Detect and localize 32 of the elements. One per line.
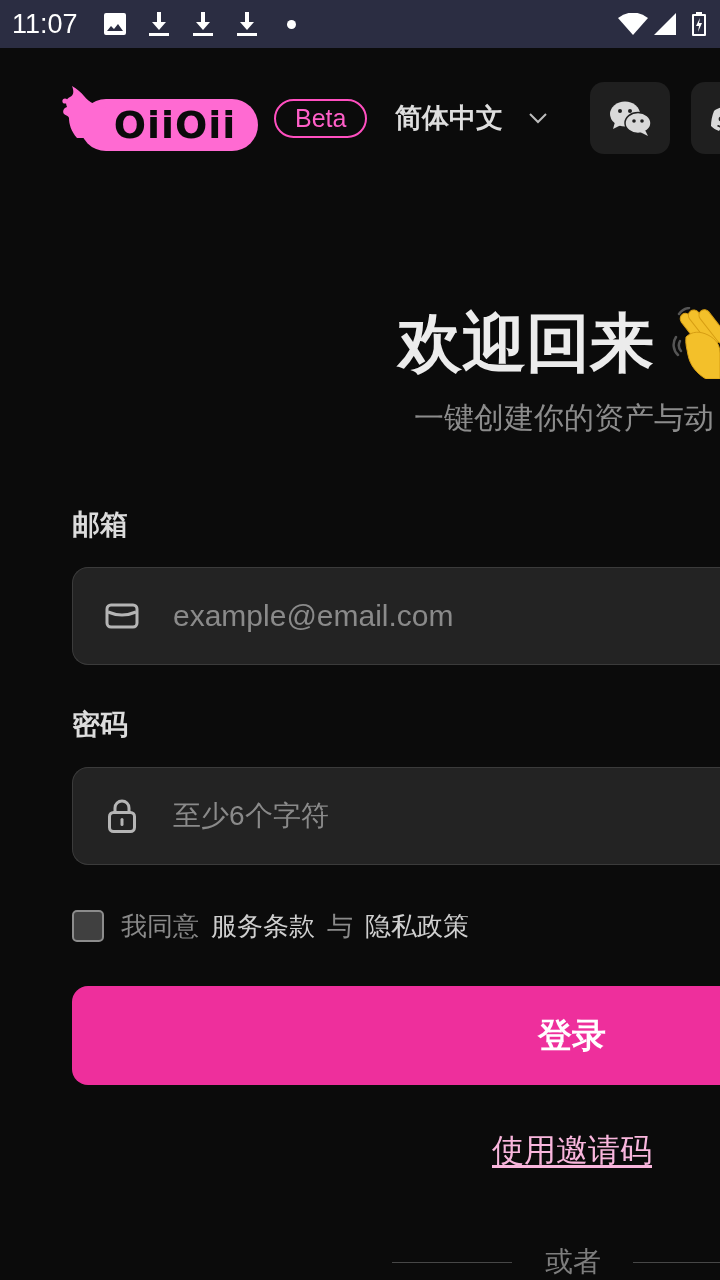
privacy-link[interactable]: 隐私政策 (365, 910, 469, 942)
signal-icon (654, 13, 676, 35)
agreement-text: 我同意 (121, 910, 199, 942)
password-field[interactable]: 至少6个字符 (72, 767, 720, 865)
login-button[interactable]: 登录 (72, 986, 720, 1085)
image-icon (103, 13, 126, 35)
chat-bubbles-icon (609, 100, 651, 136)
welcome-subtitle: 一键创建你的资产与动 (414, 400, 714, 436)
beta-badge: Beta (274, 98, 368, 138)
social-login-button[interactable] (691, 82, 720, 154)
download-icon (147, 12, 170, 36)
invite-code-link[interactable]: 使用邀请码 (492, 1130, 652, 1170)
wechat-login-button[interactable] (590, 82, 671, 154)
wifi-icon (618, 13, 648, 35)
mail-icon (105, 603, 139, 629)
lock-icon (108, 799, 136, 833)
agreement-checkbox[interactable] (72, 910, 104, 942)
field-label: 密码 (72, 708, 128, 742)
field-label: 邮箱 (72, 508, 128, 542)
welcome-title: 欢迎回来 (398, 306, 654, 381)
terms-link[interactable]: 服务条款 (211, 910, 315, 942)
download-icon (191, 12, 214, 36)
status-time: 11:07 (12, 8, 78, 41)
battery-charging-icon (692, 12, 706, 36)
chevron-down-icon[interactable] (529, 112, 548, 124)
waving-hand-icon (672, 307, 720, 379)
language-selector[interactable]: 简体中文 (395, 97, 504, 139)
agreement-conjunction: 与 (327, 910, 353, 942)
divider-text: 或者 (545, 1247, 601, 1277)
email-field[interactable]: example@email.com (72, 567, 720, 665)
download-icon (235, 12, 258, 36)
notification-dot-icon (286, 19, 296, 29)
